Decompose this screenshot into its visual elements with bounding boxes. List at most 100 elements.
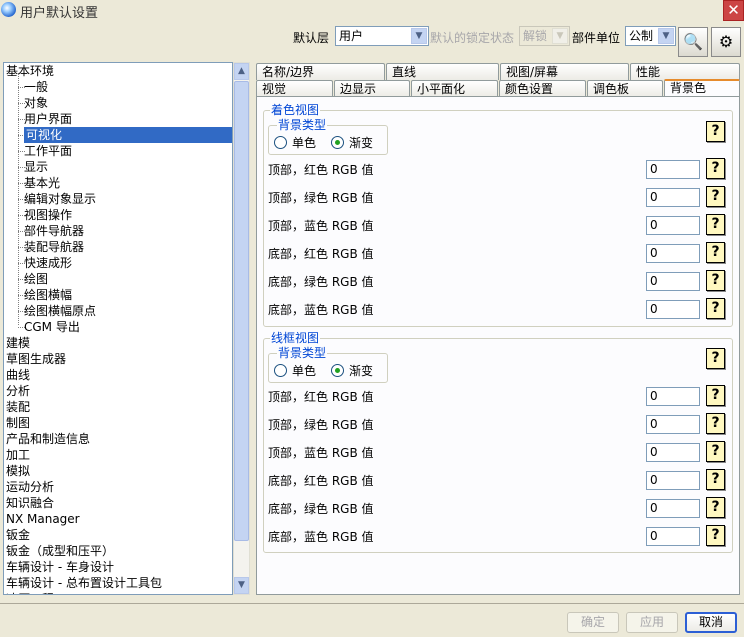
help-icon[interactable]: ? [706, 158, 725, 179]
help-icon[interactable]: ? [706, 385, 725, 406]
wireframe-rgb-input[interactable]: 0 [646, 443, 700, 462]
tab-line[interactable]: 直线 [386, 63, 499, 80]
tree-item[interactable]: 制图 [6, 415, 30, 431]
manage-button[interactable]: ⚙ [711, 27, 741, 57]
tab-performance[interactable]: 性能 [630, 63, 740, 80]
tab-name-border[interactable]: 名称/边界 [256, 63, 385, 80]
tab-view-screen[interactable]: 视图/屏幕 [500, 63, 629, 80]
part-unit-value: 公制 [629, 29, 654, 43]
tab-visual[interactable]: 视觉 [256, 80, 333, 97]
tree-item[interactable]: 钣金 [6, 527, 30, 543]
tree-item[interactable]: 绘图 [24, 271, 48, 287]
tree-item[interactable]: 部件导航器 [24, 223, 84, 239]
title-bar: 用户默认设置 ✕ [0, 0, 744, 21]
tree-item[interactable]: 工作平面 [24, 143, 72, 159]
tree-item[interactable]: 可视化 [24, 127, 232, 143]
shaded-rgb-input[interactable]: 0 [646, 160, 700, 179]
tree-item[interactable]: 曲线 [6, 367, 30, 383]
wireframe-rgb-input[interactable]: 0 [646, 527, 700, 546]
help-icon[interactable]: ? [706, 348, 725, 369]
tree-item[interactable]: 钣金（成型和压平） [6, 543, 114, 559]
tab-faceting[interactable]: 小平面化 [411, 80, 498, 97]
scroll-thumb[interactable] [234, 81, 249, 541]
tree-item[interactable]: 显示 [24, 159, 48, 175]
tree-item[interactable]: 基本环境 [6, 63, 54, 79]
tree-item[interactable]: 视图操作 [24, 207, 72, 223]
help-icon[interactable]: ? [706, 469, 725, 490]
tree-item[interactable]: NX Manager [6, 511, 80, 527]
category-tree[interactable]: 基本环境 一般 对象 用户界面 可视化 工作平面 显示 基本光 编辑对象显示 视图操作 部件导航器装… [3, 62, 233, 595]
tree-item[interactable]: 绘图横幅原点 [24, 303, 96, 319]
shaded-rgb-input[interactable]: 0 [646, 244, 700, 263]
wireframe-rgb-input[interactable]: 0 [646, 499, 700, 518]
close-icon[interactable]: ✕ [723, 0, 744, 21]
tree-item[interactable]: 快速成形 [24, 255, 72, 271]
shaded-rgb-label: 底部，绿色 RGB 值 [268, 275, 374, 289]
window-title: 用户默认设置 [20, 6, 99, 21]
shaded-rgb-input[interactable]: 0 [646, 188, 700, 207]
wireframe-rgb-input[interactable]: 0 [646, 387, 700, 406]
apply-button[interactable]: 应用 [626, 612, 678, 633]
shaded-type-label: 背景类型 [277, 118, 328, 132]
lock-state-select[interactable]: 解锁 ▼ [519, 26, 570, 46]
tree-item[interactable]: 分析 [6, 383, 30, 399]
shaded-rgb-input[interactable]: 0 [646, 300, 700, 319]
tree-item[interactable]: 装配 [6, 399, 30, 415]
tree-item[interactable]: 加工 [6, 447, 30, 463]
chevron-up-icon: ▲ [238, 66, 245, 76]
default-layer-select[interactable]: 用户 ▼ [335, 26, 429, 46]
wireframe-gradient-label: 渐变 [349, 364, 374, 378]
tree-item[interactable]: 车辆设计 - 车身设计 [6, 559, 114, 575]
tab-palette[interactable]: 调色板 [587, 80, 663, 97]
tree-item[interactable]: 编辑对象显示 [24, 191, 96, 207]
tab-edge-display[interactable]: 边显示 [334, 80, 410, 97]
wireframe-rgb-label: 底部，绿色 RGB 值 [268, 502, 374, 516]
shaded-rgb-label: 顶部，蓝色 RGB 值 [268, 219, 374, 233]
shaded-single-radio[interactable] [274, 136, 287, 149]
tree-item[interactable]: 知识融合 [6, 495, 54, 511]
tree-item[interactable]: 一般 [24, 79, 48, 95]
wireframe-rgb-input[interactable]: 0 [646, 471, 700, 490]
help-icon[interactable]: ? [706, 121, 725, 142]
tree-item[interactable]: 冲压工程 [6, 591, 54, 594]
tree-item[interactable]: 模拟 [6, 463, 30, 479]
scroll-up-button[interactable]: ▲ [234, 63, 249, 80]
find-button[interactable]: 🔍 [678, 27, 708, 57]
help-icon[interactable]: ? [706, 270, 725, 291]
help-icon[interactable]: ? [706, 525, 725, 546]
tree-scrollbar[interactable]: ▲ ▼ [233, 62, 250, 595]
tree-item[interactable]: 运动分析 [6, 479, 54, 495]
help-icon[interactable]: ? [706, 242, 725, 263]
tab-color-settings[interactable]: 颜色设置 [499, 80, 586, 97]
shaded-rgb-input[interactable]: 0 [646, 272, 700, 291]
help-icon[interactable]: ? [706, 441, 725, 462]
tree-item[interactable]: 用户界面 [24, 111, 72, 127]
cancel-button[interactable]: 取消 [685, 612, 737, 633]
tree-item[interactable]: 车辆设计 - 总布置设计工具包 [6, 575, 162, 591]
tree-item[interactable]: 对象 [24, 95, 48, 111]
tree-item[interactable]: 产品和制造信息 [6, 431, 90, 447]
help-icon[interactable]: ? [706, 497, 725, 518]
part-unit-select[interactable]: 公制 ▼ [625, 26, 676, 46]
tree-item[interactable]: 草图生成器 [6, 351, 66, 367]
help-icon[interactable]: ? [706, 298, 725, 319]
tree-item[interactable]: 基本光 [24, 175, 60, 191]
help-icon[interactable]: ? [706, 186, 725, 207]
shaded-gradient-label: 渐变 [349, 136, 374, 150]
scroll-down-button[interactable]: ▼ [234, 577, 249, 594]
wireframe-gradient-radio[interactable] [331, 364, 344, 377]
help-icon[interactable]: ? [706, 413, 725, 434]
wireframe-rgb-label: 顶部，红色 RGB 值 [268, 390, 374, 404]
wireframe-rgb-input[interactable]: 0 [646, 415, 700, 434]
tree-item[interactable]: 装配导航器 [24, 239, 84, 255]
tree-item[interactable]: CGM 导出 [24, 319, 80, 335]
tree-item[interactable]: 建模 [6, 335, 30, 351]
lock-state-label: 默认的锁定状态 [430, 31, 515, 45]
ok-button[interactable]: 确定 [567, 612, 619, 633]
tab-background[interactable]: 背景色 [664, 79, 740, 97]
tree-item[interactable]: 绘图横幅 [24, 287, 72, 303]
help-icon[interactable]: ? [706, 214, 725, 235]
wireframe-single-radio[interactable] [274, 364, 287, 377]
shaded-gradient-radio[interactable] [331, 136, 344, 149]
shaded-rgb-input[interactable]: 0 [646, 216, 700, 235]
